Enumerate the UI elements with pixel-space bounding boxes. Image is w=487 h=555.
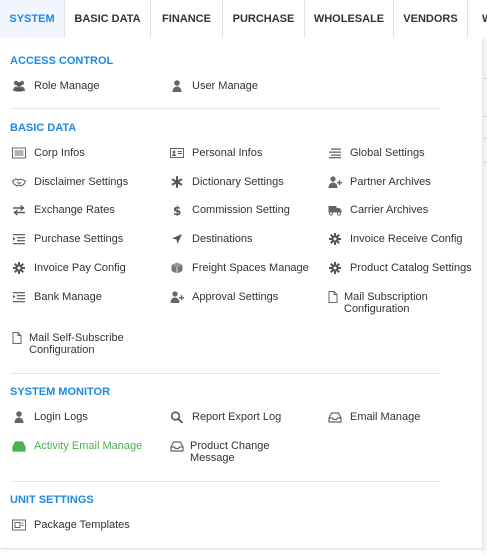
user-plus-icon [170, 291, 184, 303]
user-plus-icon [328, 176, 342, 188]
menu-item-label: User Manage [192, 80, 259, 92]
menu-item-label: Activity Email Manage [34, 440, 143, 452]
menu-item-label: Mail Self-Subscribe Configuration [29, 332, 124, 356]
user-icon [12, 411, 26, 423]
system-dropdown-panel: ACCESS CONTROL Role Manage User Manage B… [0, 38, 483, 549]
tab-basic-data[interactable]: BASIC DATA [65, 0, 151, 38]
tab-w[interactable]: W [468, 0, 487, 38]
inbox-icon [328, 411, 342, 423]
tab-system[interactable]: SYSTEM [0, 0, 65, 38]
section-divider [10, 373, 440, 374]
menu-item-label: Email Manage [350, 411, 421, 423]
dollar-icon: $ [170, 204, 184, 216]
menu-item-label: Product Catalog Settings [350, 262, 472, 274]
menu-item-label: Personal Infos [192, 147, 263, 159]
menu-item-label: Package Templates [34, 519, 130, 531]
gear-icon [328, 262, 342, 274]
menu-item-label: Role Manage [34, 80, 100, 92]
menu-item-label: Invoice Pay Config [34, 262, 126, 274]
section-divider [10, 108, 440, 109]
menu-item-label: Dictionary Settings [192, 176, 284, 188]
section-divider [10, 481, 440, 482]
location-arrow-icon [170, 233, 184, 245]
menu-item-label: Bank Manage [34, 291, 102, 303]
asterisk-icon [170, 176, 184, 188]
menu-item-label: Freight Spaces Manage [192, 262, 309, 274]
tab-purchase[interactable]: PURCHASE [223, 0, 305, 38]
section-title-system-monitor: SYSTEM MONITOR [10, 386, 111, 398]
section-title-unit-settings: UNIT SETTINGS [10, 494, 94, 506]
section-title-access-control: ACCESS CONTROL [10, 55, 114, 67]
menu-item-label: Destinations [192, 233, 253, 245]
tab-vendors[interactable]: VENDORS [394, 0, 468, 38]
menu-item-label: Partner Archives [350, 176, 431, 188]
id-card-icon [170, 147, 184, 159]
menu-item-label: Approval Settings [192, 291, 279, 303]
menu-item-label: Global Settings [350, 147, 425, 159]
inbox-icon [12, 440, 26, 452]
menu-item-label: Mail Subscription Configuration [344, 291, 428, 315]
truck-icon [328, 204, 342, 216]
user-icon [170, 80, 184, 92]
menu-item-label: Product Change Message [190, 440, 270, 464]
section-title-basic-data: BASIC DATA [10, 122, 77, 134]
file-icon [10, 332, 24, 344]
menu-item-label: Commission Setting [192, 204, 290, 216]
inbox-icon [170, 440, 184, 452]
cube-icon [170, 262, 184, 274]
top-nav: SYSTEM BASIC DATA FINANCE PURCHASE WHOLE… [0, 0, 487, 39]
indent-icon [12, 233, 26, 245]
menu-item-label: Carrier Archives [350, 204, 429, 216]
lines-icon [328, 147, 342, 159]
menu-item-label: Invoice Receive Config [350, 233, 463, 245]
menu-item-label: Purchase Settings [34, 233, 124, 245]
menu-item-label: Login Logs [34, 411, 88, 423]
tab-wholesale[interactable]: WHOLESALE [305, 0, 394, 38]
tab-finance[interactable]: FINANCE [151, 0, 223, 38]
menu-item-label: Corp Infos [34, 147, 85, 159]
menu-item-label: Report Export Log [192, 411, 282, 423]
template-icon [12, 519, 26, 531]
svg-text:$: $ [173, 204, 181, 216]
menu-item-label: Disclaimer Settings [34, 176, 129, 188]
file-icon [326, 291, 340, 303]
list-card-icon [12, 147, 26, 159]
search-icon [170, 411, 184, 423]
indent-icon [12, 291, 26, 303]
handshake-icon [12, 176, 26, 188]
gear-icon [328, 233, 342, 245]
gear-icon [12, 262, 26, 274]
exchange-icon [12, 204, 26, 216]
users-icon [12, 80, 26, 92]
menu-item-label: Exchange Rates [34, 204, 115, 216]
